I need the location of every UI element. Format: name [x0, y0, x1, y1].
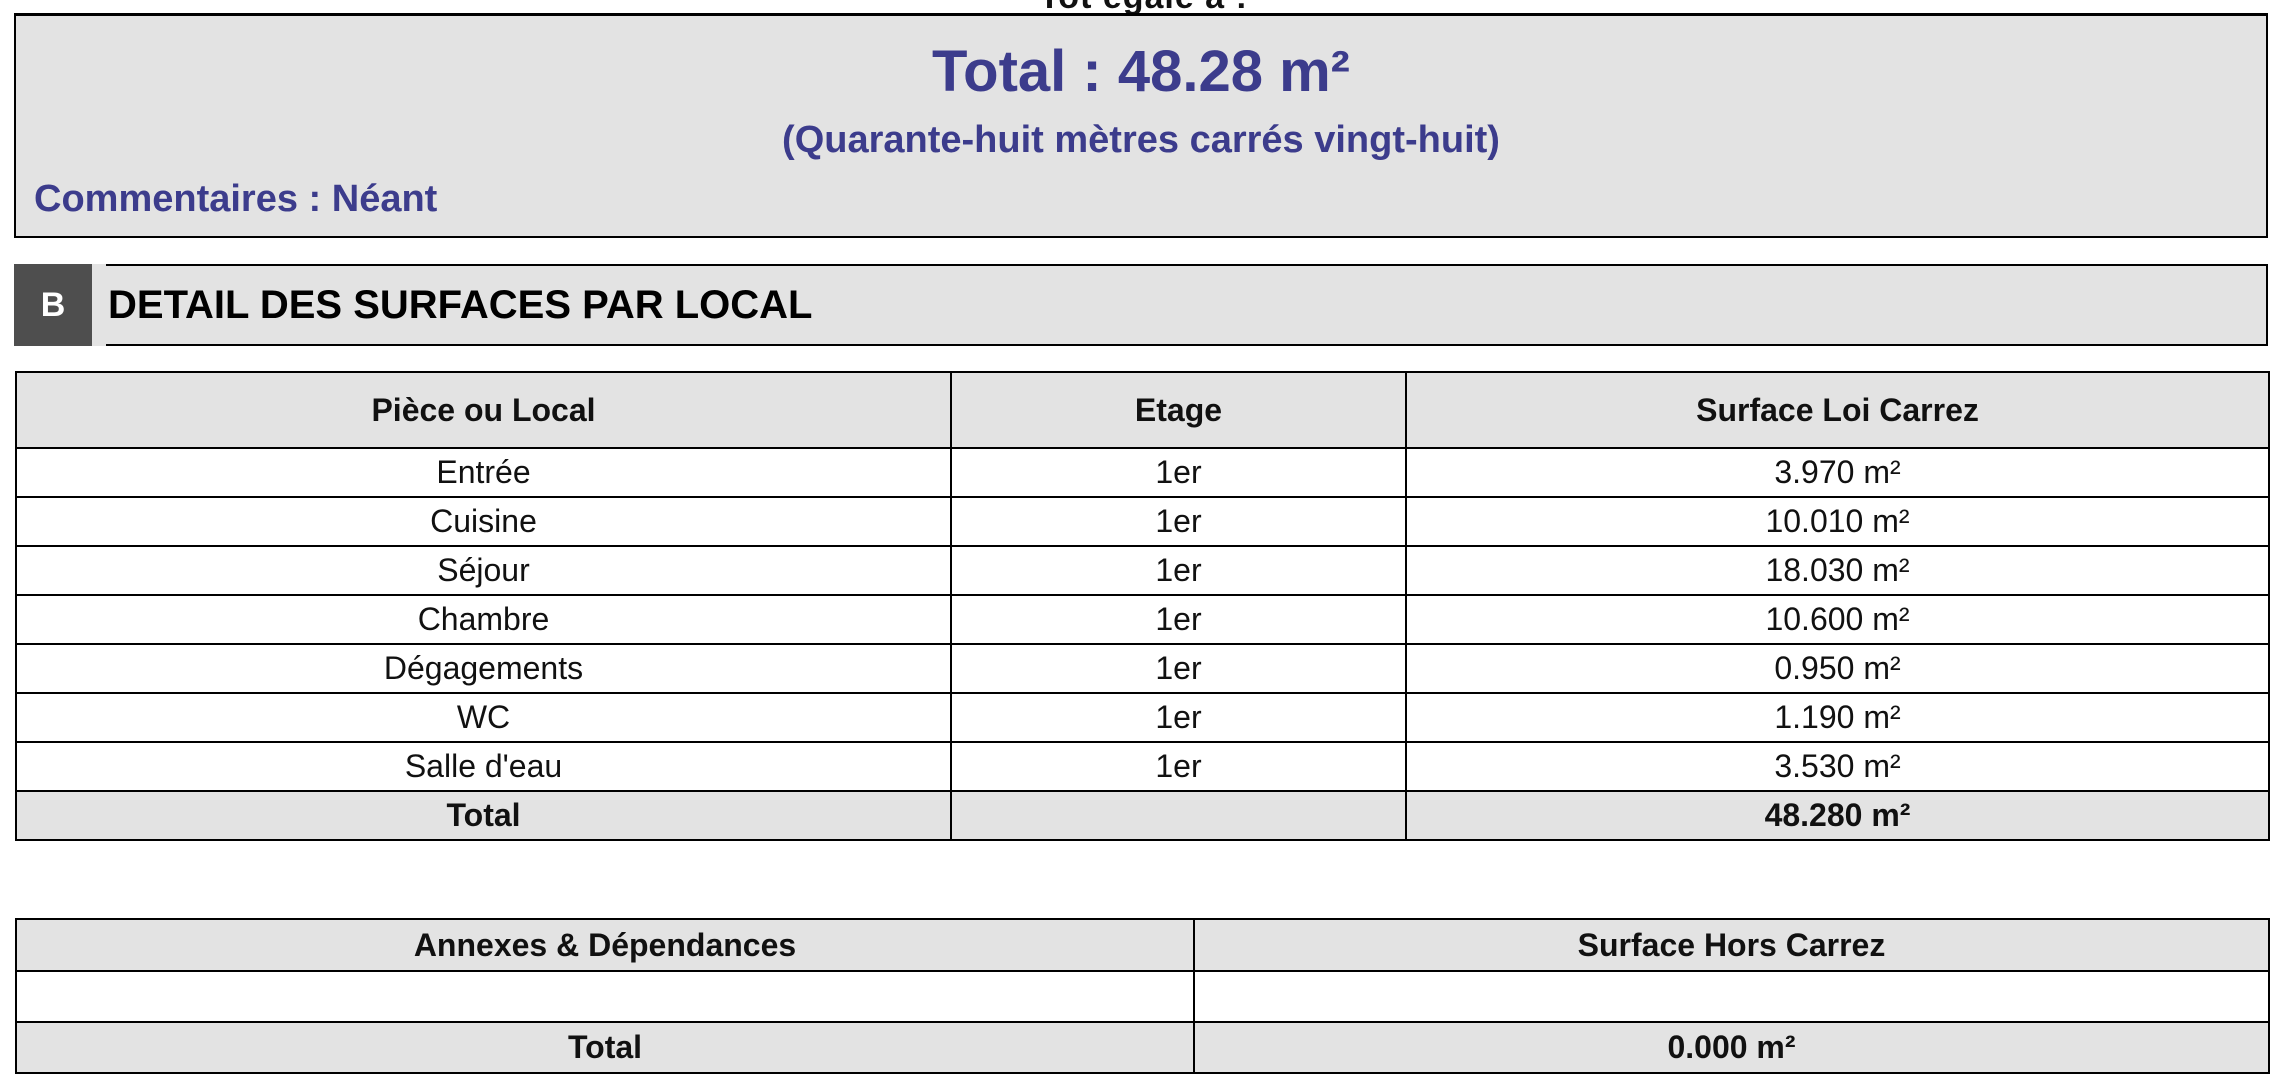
table-row: Entrée 1er 3.970 m²	[15, 447, 2270, 498]
room-name: Séjour	[15, 545, 952, 596]
annex-surface	[1193, 970, 2270, 1023]
room-surface: 18.030 m²	[1405, 545, 2270, 596]
annex-total-surface: 0.000 m²	[1193, 1021, 2270, 1074]
rooms-surface-table: Pièce ou Local Etage Surface Loi Carrez …	[15, 371, 2270, 841]
table-header-row: Annexes & Dépendances Surface Hors Carre…	[15, 918, 2270, 972]
total-summary-box: Total : 48.28 m² (Quarante-huit mètres c…	[14, 13, 2268, 238]
room-name: Cuisine	[15, 496, 952, 547]
document-page: Tot égale à : Total : 48.28 m² (Quarante…	[0, 0, 2287, 1080]
table-row: Salle d'eau 1er 3.530 m²	[15, 741, 2270, 792]
table-total-row: Total 0.000 m²	[15, 1021, 2270, 1074]
room-surface: 1.190 m²	[1405, 692, 2270, 743]
annex-name	[15, 970, 1195, 1023]
table-row: Séjour 1er 18.030 m²	[15, 545, 2270, 596]
total-floor	[950, 790, 1407, 841]
annex-total-label: Total	[15, 1021, 1195, 1074]
room-name: Salle d'eau	[15, 741, 952, 792]
room-floor: 1er	[950, 594, 1407, 645]
table-row: WC 1er 1.190 m²	[15, 692, 2270, 743]
room-surface: 10.010 m²	[1405, 496, 2270, 547]
room-surface: 3.970 m²	[1405, 447, 2270, 498]
section-title: DETAIL DES SURFACES PAR LOCAL	[108, 282, 813, 327]
table-header-row: Pièce ou Local Etage Surface Loi Carrez	[15, 371, 2270, 449]
room-surface: 0.950 m²	[1405, 643, 2270, 694]
room-floor: 1er	[950, 741, 1407, 792]
total-surface-title: Total : 48.28 m²	[932, 39, 1350, 104]
column-header-floor: Etage	[950, 371, 1407, 449]
room-floor: 1er	[950, 692, 1407, 743]
table-row: Dégagements 1er 0.950 m²	[15, 643, 2270, 694]
table-row: Chambre 1er 10.600 m²	[15, 594, 2270, 645]
total-surface: 48.280 m²	[1405, 790, 2270, 841]
room-name: Chambre	[15, 594, 952, 645]
table-row	[15, 970, 2270, 1023]
section-header: B DETAIL DES SURFACES PAR LOCAL	[14, 264, 2268, 346]
room-name: WC	[15, 692, 952, 743]
section-badge: B	[14, 264, 106, 346]
total-surface-words: (Quarante-huit mètres carrés vingt-huit)	[782, 119, 1500, 161]
room-floor: 1er	[950, 447, 1407, 498]
room-surface: 10.600 m²	[1405, 594, 2270, 645]
room-name: Entrée	[15, 447, 952, 498]
table-total-row: Total 48.280 m²	[15, 790, 2270, 841]
room-floor: 1er	[950, 545, 1407, 596]
room-surface: 3.530 m²	[1405, 741, 2270, 792]
column-header-annexes: Annexes & Dépendances	[15, 918, 1195, 972]
room-name: Dégagements	[15, 643, 952, 694]
column-header-room: Pièce ou Local	[15, 371, 952, 449]
total-label: Total	[15, 790, 952, 841]
room-floor: 1er	[950, 496, 1407, 547]
column-header-surface: Surface Loi Carrez	[1405, 371, 2270, 449]
comments-line: Commentaires : Néant	[34, 178, 438, 220]
column-header-surface-hors-carrez: Surface Hors Carrez	[1193, 918, 2270, 972]
table-row: Cuisine 1er 10.010 m²	[15, 496, 2270, 547]
room-floor: 1er	[950, 643, 1407, 694]
annexes-table: Annexes & Dépendances Surface Hors Carre…	[15, 918, 2270, 1074]
